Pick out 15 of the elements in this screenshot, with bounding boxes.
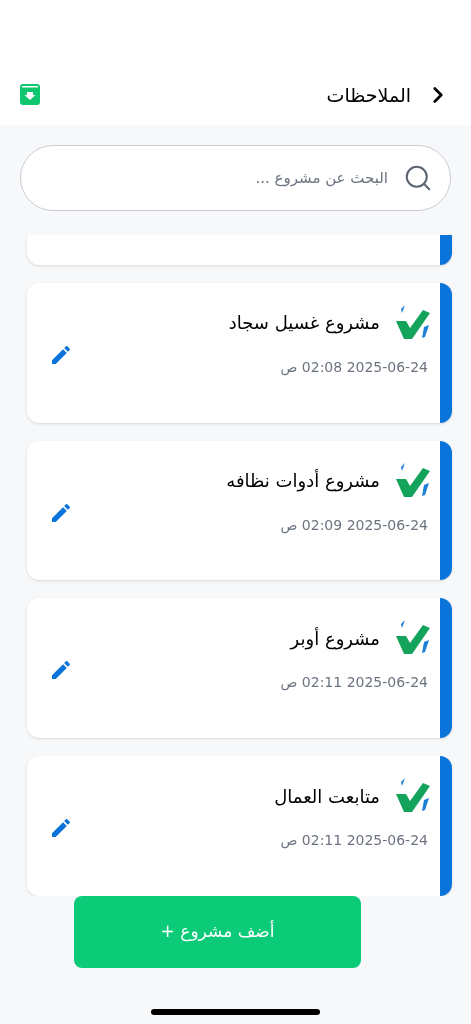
project-date: 2025-06-24 02:09 ص [279, 515, 428, 536]
project-card[interactable]: مشروع غسيل سجاد 2025-06-24 02:08 ص [27, 282, 452, 423]
project-date: 2025-06-24 02:08 ص [279, 357, 428, 378]
page-title: الملاحظات [326, 82, 411, 108]
project-date: 2025-06-24 02:11 ص [279, 673, 428, 693]
search-field[interactable]: البحث عن مشروع ... [20, 145, 451, 211]
project-name: مشروع غسيل سجاد [228, 311, 380, 336]
project-card[interactable]: مشروع أوبر 2025-06-24 02:11 ص [27, 598, 452, 739]
project-date: 2025-06-24 02:11 ص [279, 831, 428, 851]
search-icon [403, 163, 433, 193]
project-card[interactable]: مشروع أدوات نظافه 2025-06-24 02:09 ص [27, 440, 452, 581]
project-name: متابعت العمال [274, 784, 380, 809]
project-name: مشروع أوبر [290, 626, 380, 652]
project-name: مشروع أدوات نظافه [226, 468, 380, 494]
project-card[interactable]: متابعت العمال 2025-06-24 02:11 ص [27, 756, 452, 896]
